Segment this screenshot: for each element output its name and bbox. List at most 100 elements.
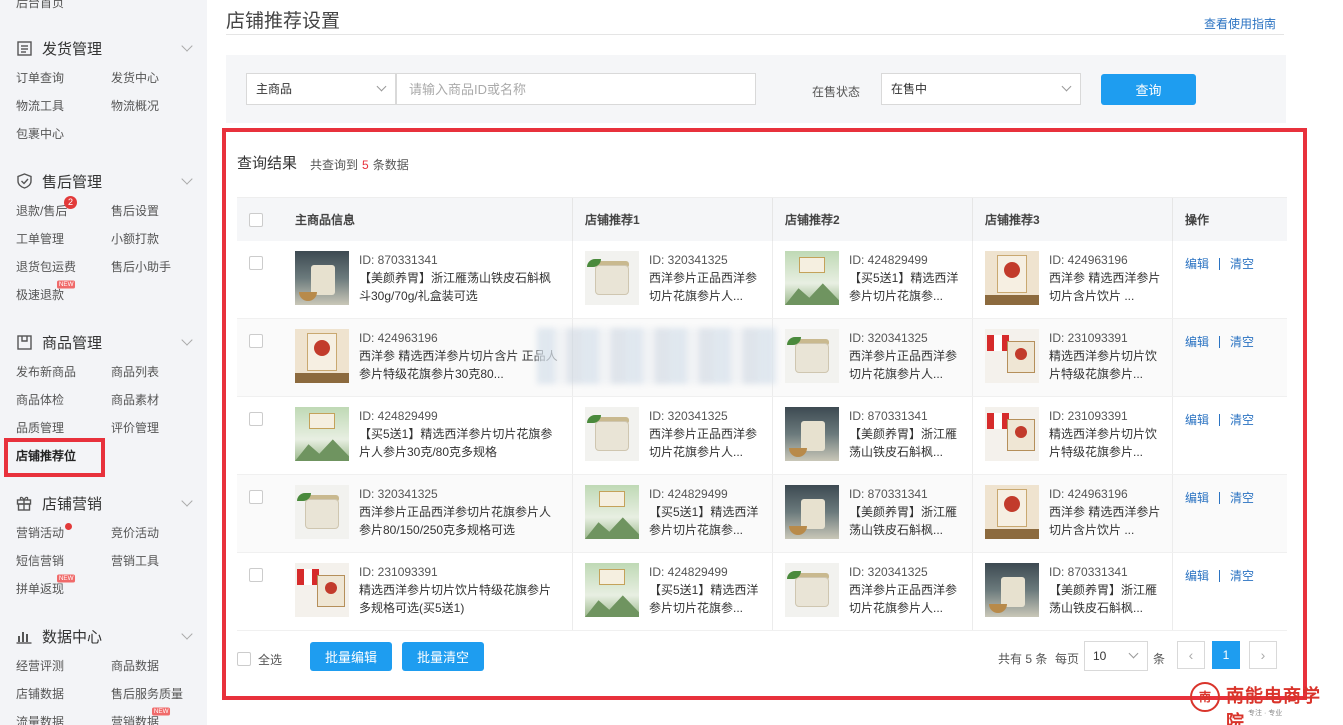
product-name[interactable]: 【买5送1】精选西洋参片切片花旗参... xyxy=(649,581,761,617)
sidebar-item[interactable]: 物流工具 xyxy=(16,96,111,116)
batch-edit-button[interactable]: 批量编辑 xyxy=(310,642,392,671)
select-all-label[interactable]: 全选 xyxy=(258,651,282,668)
product-thumbnail[interactable] xyxy=(295,251,349,305)
clear-link[interactable]: 清空 xyxy=(1230,567,1254,584)
sidebar-section-header[interactable]: 数据中心 xyxy=(0,624,207,648)
clear-link[interactable]: 清空 xyxy=(1230,333,1254,350)
product-name[interactable]: 精选西洋参片切片饮片特级花旗参片多规格可选(买5送1) xyxy=(359,581,559,617)
sidebar-item[interactable]: 发货中心 xyxy=(111,68,206,88)
row-checkbox[interactable] xyxy=(249,490,263,504)
search-input[interactable] xyxy=(396,73,756,105)
product-type-select[interactable]: 主商品 xyxy=(246,73,396,105)
product-name[interactable]: 西洋参片正品西洋参切片花旗参片人... xyxy=(849,581,961,617)
product-name[interactable]: 【美颜养胃】浙江雁荡山铁皮石斛枫... xyxy=(1049,581,1161,617)
sidebar-item[interactable]: 流量数据 xyxy=(16,712,111,725)
row-checkbox[interactable] xyxy=(249,256,263,270)
product-name[interactable]: 精选西洋参片切片饮片特级花旗参片... xyxy=(1049,425,1161,461)
sidebar-item[interactable]: 品质管理 xyxy=(16,418,111,438)
sidebar-item[interactable]: 竞价活动 xyxy=(111,523,206,543)
product-name[interactable]: 【买5送1】精选西洋参片切片花旗参... xyxy=(849,269,961,305)
sidebar-item[interactable]: 极速退款 NEW xyxy=(16,280,111,305)
edit-link[interactable]: 编辑 xyxy=(1185,255,1209,272)
product-thumbnail[interactable] xyxy=(295,329,349,383)
product-thumbnail[interactable] xyxy=(985,407,1039,461)
batch-clear-button[interactable]: 批量清空 xyxy=(402,642,484,671)
product-name[interactable]: 西洋参 精选西洋参片切片含片 正品人参片特级花旗参片30克80... xyxy=(359,347,559,383)
row-checkbox[interactable] xyxy=(249,412,263,426)
product-name[interactable]: 西洋参片正品西洋参切片花旗参片人... xyxy=(849,347,961,383)
sidebar-item[interactable]: 退货包运费 xyxy=(16,257,111,277)
sidebar-section-header[interactable]: 店铺营销 xyxy=(0,491,207,515)
clear-link[interactable]: 清空 xyxy=(1230,255,1254,272)
chevron-down-icon[interactable] xyxy=(181,40,193,52)
chevron-down-icon[interactable] xyxy=(181,628,193,640)
row-checkbox[interactable] xyxy=(249,334,263,348)
sidebar-item[interactable]: 营销工具 xyxy=(111,551,206,571)
sidebar-item[interactable]: 售后设置 xyxy=(111,201,206,221)
product-thumbnail[interactable] xyxy=(585,485,639,539)
product-thumbnail[interactable] xyxy=(585,563,639,617)
product-thumbnail[interactable] xyxy=(785,407,839,461)
prev-page-button[interactable]: ‹ xyxy=(1177,641,1205,669)
sidebar-item[interactable]: 售后服务质量 xyxy=(111,684,206,704)
sidebar-item[interactable]: 短信营销 xyxy=(16,551,111,571)
chevron-down-icon[interactable] xyxy=(181,495,193,507)
product-name[interactable]: 西洋参 精选西洋参片切片含片饮片 ... xyxy=(1049,503,1161,539)
sidebar-item[interactable]: 商品体检 xyxy=(16,390,111,410)
product-thumbnail[interactable] xyxy=(295,563,349,617)
product-name[interactable]: 西洋参片正品西洋参切片花旗参片人参片80/150/250克多规格可选 xyxy=(359,503,559,539)
product-name[interactable]: 西洋参片正品西洋参切片花旗参片人... xyxy=(649,425,761,461)
product-name[interactable]: 精选西洋参片切片饮片特级花旗参片... xyxy=(1049,347,1161,383)
header-checkbox[interactable] xyxy=(249,213,263,227)
edit-link[interactable]: 编辑 xyxy=(1185,489,1209,506)
product-thumbnail[interactable] xyxy=(785,329,839,383)
sidebar-item[interactable]: 店铺数据 xyxy=(16,684,111,704)
product-name[interactable]: 【买5送1】精选西洋参片切片花旗参片人参片30克/80克多规格 xyxy=(359,425,559,461)
clear-link[interactable]: 清空 xyxy=(1230,411,1254,428)
product-thumbnail[interactable] xyxy=(295,485,349,539)
sidebar-section-header[interactable]: 售后管理 xyxy=(0,169,207,193)
chevron-down-icon[interactable] xyxy=(181,173,193,185)
usage-guide-link[interactable]: 查看使用指南 xyxy=(1204,15,1276,32)
sidebar-section-header[interactable]: 商品管理 xyxy=(0,330,207,354)
sidebar-item-home[interactable]: 后台首页 xyxy=(16,0,64,11)
sidebar-section-header[interactable]: 发货管理 xyxy=(0,36,207,60)
product-thumbnail[interactable] xyxy=(785,563,839,617)
product-name[interactable]: 【买5送1】精选西洋参片切片花旗参... xyxy=(649,503,761,539)
sidebar-item[interactable]: 拼单返现 NEW xyxy=(16,574,111,599)
product-thumbnail[interactable] xyxy=(985,329,1039,383)
sidebar-item[interactable]: 退款/售后 2 xyxy=(16,196,111,221)
clear-link[interactable]: 清空 xyxy=(1230,489,1254,506)
product-name[interactable]: 【美颜养胃】浙江雁荡山铁皮石斛枫... xyxy=(849,503,961,539)
sidebar-item[interactable]: 发布新商品 xyxy=(16,362,111,382)
sidebar-item[interactable]: 经营评测 xyxy=(16,656,111,676)
edit-link[interactable]: 编辑 xyxy=(1185,333,1209,350)
sidebar-item[interactable]: 营销数据 NEW xyxy=(111,707,206,725)
page-number-button[interactable]: 1 xyxy=(1212,641,1240,669)
product-thumbnail[interactable] xyxy=(985,563,1039,617)
edit-link[interactable]: 编辑 xyxy=(1185,567,1209,584)
product-thumbnail[interactable] xyxy=(585,407,639,461)
sidebar-item[interactable]: 评价管理 xyxy=(111,418,206,438)
product-thumbnail[interactable] xyxy=(985,485,1039,539)
product-thumbnail[interactable] xyxy=(985,251,1039,305)
product-name[interactable]: 西洋参 精选西洋参片切片含片饮片 ... xyxy=(1049,269,1161,305)
query-button[interactable]: 查询 xyxy=(1101,74,1196,105)
edit-link[interactable]: 编辑 xyxy=(1185,411,1209,428)
product-thumbnail[interactable] xyxy=(785,251,839,305)
product-name[interactable]: 【美颜养胃】浙江雁荡山铁皮石斛枫... xyxy=(849,425,961,461)
sidebar-item[interactable]: 小额打款 xyxy=(111,229,206,249)
sidebar-item[interactable]: 包裹中心 xyxy=(16,124,111,144)
select-all-checkbox[interactable] xyxy=(237,652,251,666)
sidebar-item[interactable]: 工单管理 xyxy=(16,229,111,249)
row-checkbox[interactable] xyxy=(249,568,263,582)
chevron-down-icon[interactable] xyxy=(181,334,193,346)
product-thumbnail[interactable] xyxy=(585,251,639,305)
sidebar-item[interactable]: 售后小助手 xyxy=(111,257,206,277)
sidebar-item[interactable]: 订单查询 xyxy=(16,68,111,88)
sidebar-item[interactable]: 营销活动 xyxy=(16,523,111,543)
sale-status-select[interactable]: 在售中 xyxy=(881,73,1081,105)
product-name[interactable]: 【美颜养胃】浙江雁荡山铁皮石斛枫斗30g/70g/礼盒装可选 xyxy=(359,269,559,305)
per-page-select[interactable]: 10 xyxy=(1084,641,1148,671)
sidebar-item[interactable]: 商品素材 xyxy=(111,390,206,410)
